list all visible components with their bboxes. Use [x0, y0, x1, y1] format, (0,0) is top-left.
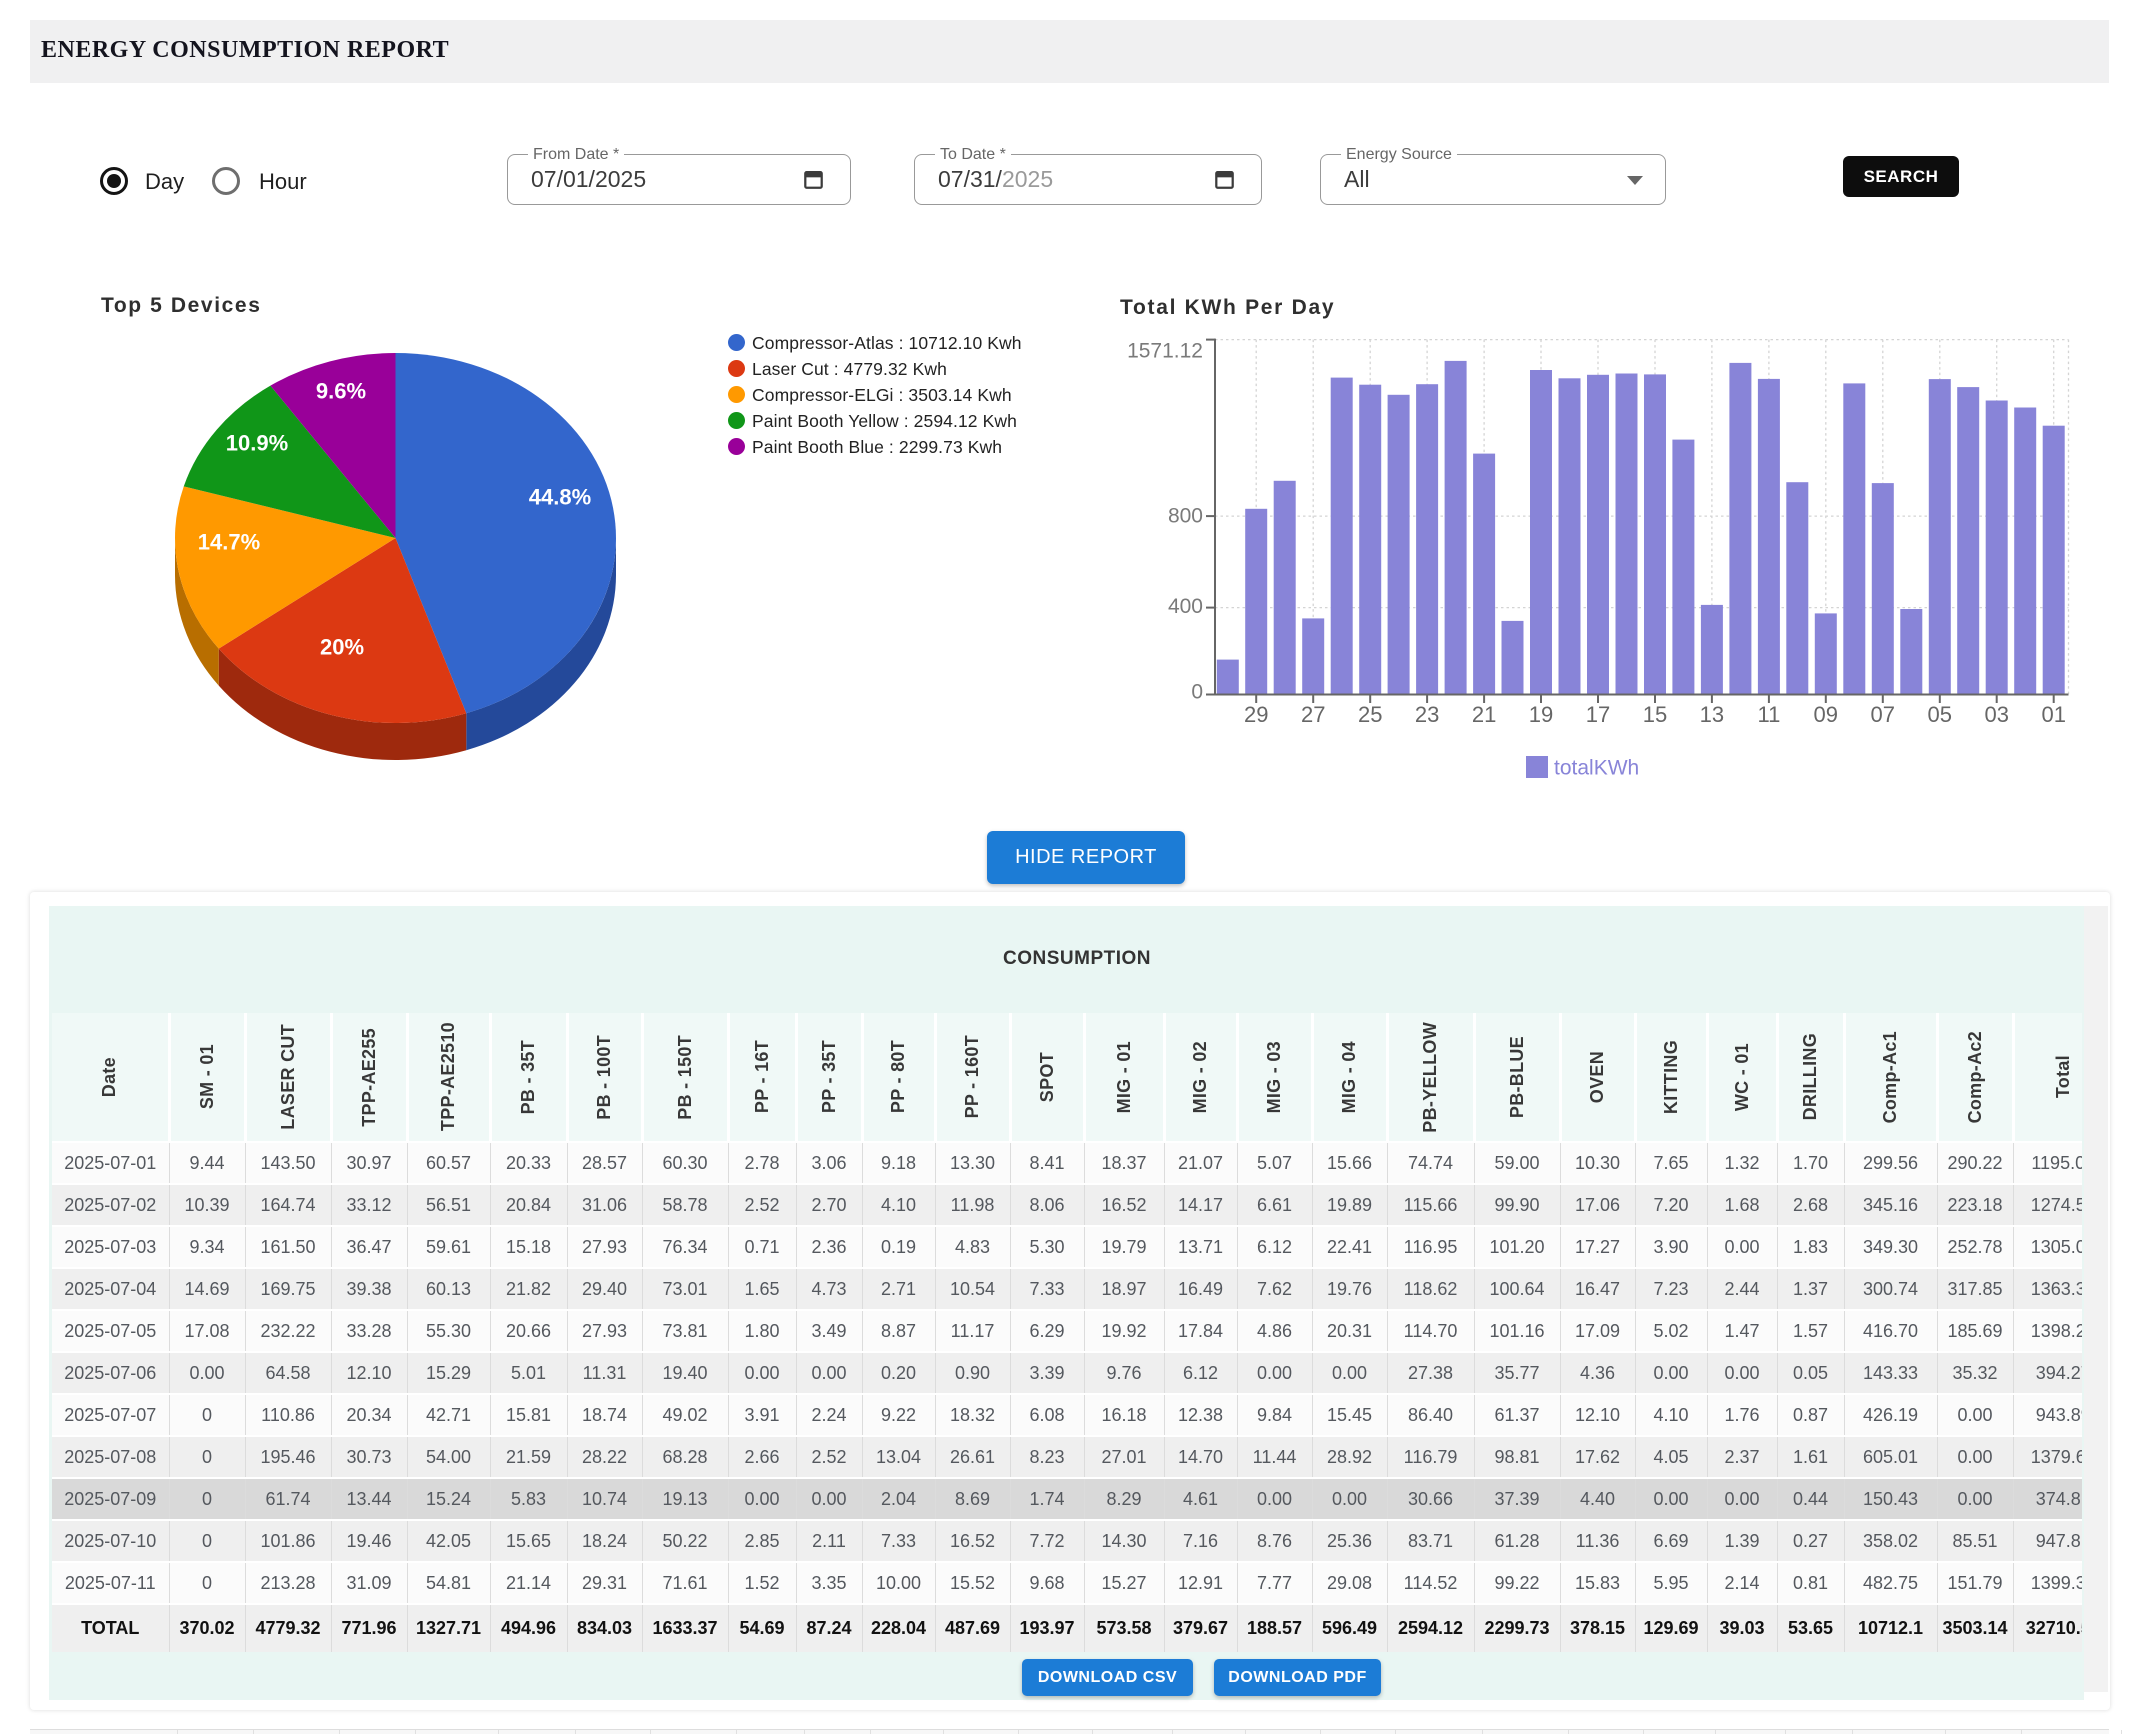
svg-text:1571.12: 1571.12: [1127, 340, 1203, 363]
svg-text:11: 11: [1757, 702, 1780, 727]
svg-text:800: 800: [1168, 505, 1203, 528]
svg-text:07: 07: [1871, 702, 1895, 727]
svg-text:400: 400: [1168, 595, 1203, 618]
svg-text:15: 15: [1643, 702, 1667, 727]
svg-text:09: 09: [1814, 702, 1838, 727]
svg-text:17: 17: [1586, 702, 1610, 727]
svg-text:29: 29: [1244, 702, 1268, 727]
svg-text:19: 19: [1529, 702, 1553, 727]
svg-text:21: 21: [1472, 702, 1496, 727]
svg-text:05: 05: [1928, 702, 1952, 727]
svg-text:03: 03: [1984, 702, 2008, 727]
svg-text:23: 23: [1415, 702, 1439, 727]
svg-text:01: 01: [2041, 702, 2065, 727]
svg-text:totalKWh: totalKWh: [1554, 757, 1639, 780]
svg-text:27: 27: [1301, 702, 1325, 727]
svg-text:13: 13: [1700, 702, 1724, 727]
svg-text:25: 25: [1358, 702, 1382, 727]
svg-text:0: 0: [1191, 681, 1203, 704]
